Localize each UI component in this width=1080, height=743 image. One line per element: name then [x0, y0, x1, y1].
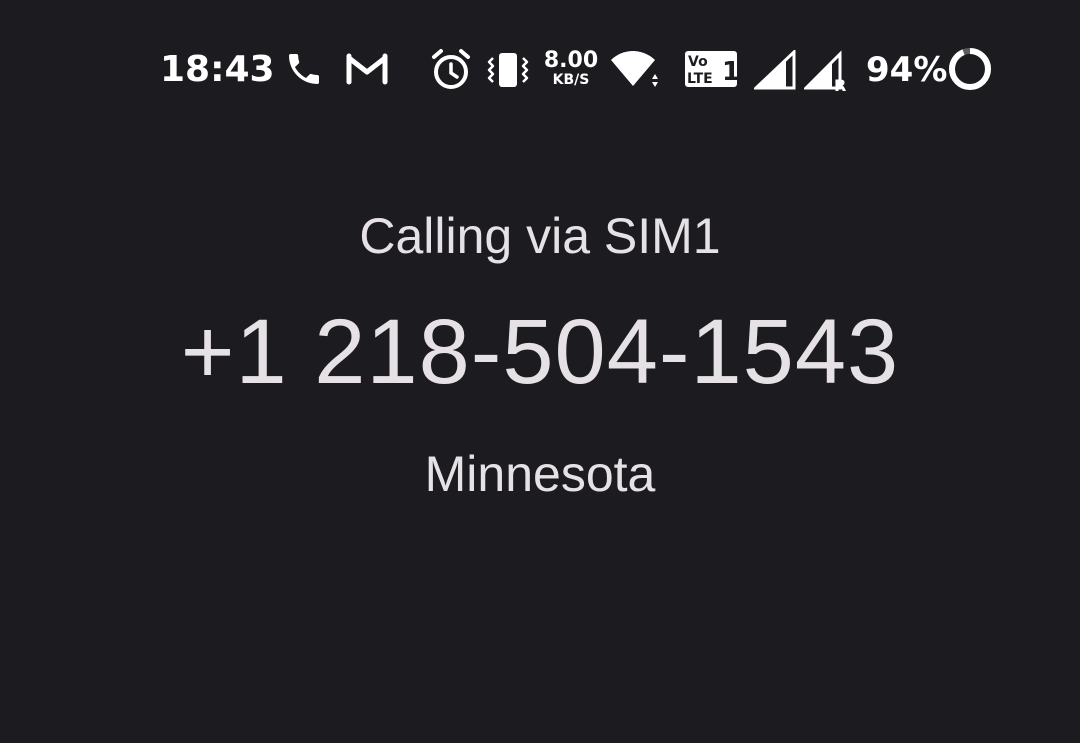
dialed-phone-number: +1 218-504-1543	[180, 301, 900, 403]
phone-call-icon	[284, 49, 324, 89]
status-time: 18:43	[160, 49, 275, 90]
status-bar: 18:43 8.00 KB/S Vo LTE 1 R 94%	[0, 0, 1080, 140]
calling-via-label: Calling via SIM1	[359, 208, 721, 264]
battery-ring-icon	[946, 45, 994, 93]
volte-icon: Vo LTE 1	[684, 50, 740, 88]
gmail-icon	[344, 50, 390, 86]
volte-label-bottom: LTE	[687, 71, 713, 87]
network-speed-unit: KB/S	[552, 72, 590, 88]
roaming-indicator: R	[834, 76, 846, 92]
battery-level-arc	[949, 48, 991, 90]
signal-sim1-icon	[752, 48, 798, 90]
wifi-icon	[609, 48, 661, 90]
battery-percent: 94%	[866, 50, 948, 90]
volte-sim-number: 1	[722, 57, 738, 87]
caller-location: Minnesota	[424, 446, 656, 502]
volte-label-top: Vo	[688, 54, 708, 70]
network-speed-indicator: 8.00 KB/S	[543, 50, 599, 92]
signal-sim2-roaming-icon: R	[802, 50, 850, 95]
vibrate-icon	[486, 50, 530, 90]
alarm-icon	[430, 47, 472, 91]
network-speed-value: 8.00	[543, 48, 599, 73]
